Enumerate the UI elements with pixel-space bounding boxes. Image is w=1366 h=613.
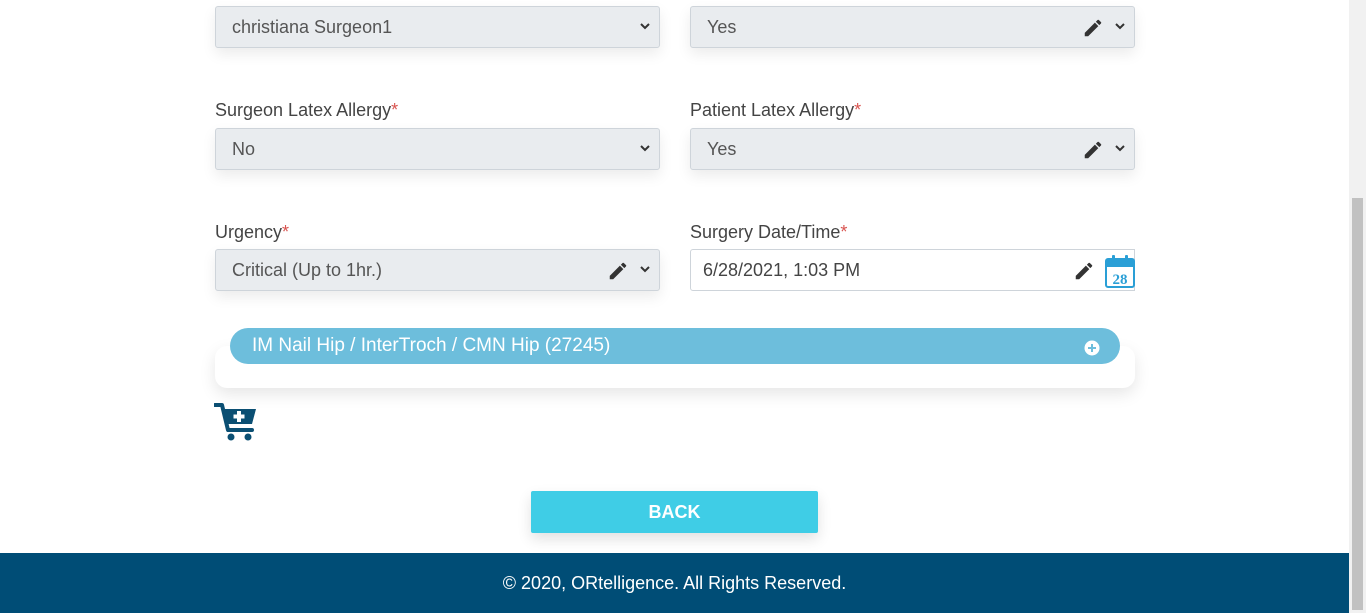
procedure-accordion-header[interactable]: IM Nail Hip / InterTroch / CMN Hip (2724… bbox=[230, 328, 1120, 364]
urgency-label: Urgency* bbox=[215, 222, 289, 243]
add-to-cart-button[interactable] bbox=[213, 402, 258, 442]
urgency-select[interactable]: Critical (Up to 1hr.) bbox=[215, 249, 660, 291]
pencil-icon[interactable] bbox=[607, 260, 629, 282]
surgeon-latex-value: No bbox=[232, 139, 256, 159]
surgery-datetime-label: Surgery Date/Time* bbox=[690, 222, 847, 243]
vertical-scrollbar[interactable] bbox=[1349, 0, 1366, 613]
chevron-down-icon bbox=[1115, 145, 1125, 152]
cart-plus-icon bbox=[213, 403, 256, 441]
surgeon-latex-select[interactable]: No bbox=[215, 128, 660, 170]
page: christiana Surgeon1 Yes Surgeon Latex Al… bbox=[0, 0, 1349, 613]
required-mark: * bbox=[854, 100, 862, 120]
surgery-datetime-input[interactable]: 6/28/2021, 1:03 PM bbox=[690, 249, 1106, 291]
surgery-datetime-label-text: Surgery Date/Time bbox=[690, 222, 841, 242]
surgeon-select[interactable]: christiana Surgeon1 bbox=[215, 6, 660, 48]
required-mark: * bbox=[840, 222, 848, 242]
required-mark: * bbox=[391, 100, 399, 120]
patient-latex-label: Patient Latex Allergy* bbox=[690, 100, 861, 121]
back-button[interactable]: BACK bbox=[531, 491, 818, 533]
patient-latex-value: Yes bbox=[707, 139, 737, 159]
chevron-down-icon bbox=[1115, 23, 1125, 30]
calendar-icon: 28 bbox=[1105, 255, 1135, 288]
surgeon-latex-label-text: Surgeon Latex Allergy bbox=[215, 100, 392, 120]
surgeon-select-value: christiana Surgeon1 bbox=[232, 17, 393, 37]
pencil-icon[interactable] bbox=[1073, 260, 1095, 282]
scrollbar-thumb[interactable] bbox=[1352, 198, 1363, 610]
yes-no-select-value: Yes bbox=[707, 17, 737, 37]
copyright-text: © 2020, ORtelligence. All Rights Reserve… bbox=[502, 573, 847, 593]
urgency-value: Critical (Up to 1hr.) bbox=[232, 260, 383, 280]
chevron-down-icon bbox=[640, 145, 650, 152]
pencil-icon[interactable] bbox=[1082, 17, 1104, 39]
chevron-down-icon bbox=[640, 266, 650, 273]
plus-circle-icon[interactable] bbox=[1084, 340, 1100, 356]
urgency-label-text: Urgency bbox=[215, 222, 283, 242]
procedure-title: IM Nail Hip / InterTroch / CMN Hip (2724… bbox=[252, 335, 611, 356]
surgery-datetime-value: 6/28/2021, 1:03 PM bbox=[703, 260, 861, 280]
surgeon-latex-label: Surgeon Latex Allergy* bbox=[215, 100, 398, 121]
footer: © 2020, ORtelligence. All Rights Reserve… bbox=[0, 553, 1349, 613]
patient-latex-label-text: Patient Latex Allergy bbox=[690, 100, 855, 120]
yes-no-select[interactable]: Yes bbox=[690, 6, 1135, 48]
calendar-button[interactable]: 28 bbox=[1105, 249, 1135, 291]
pencil-icon[interactable] bbox=[1082, 139, 1104, 161]
patient-latex-select[interactable]: Yes bbox=[690, 128, 1135, 170]
required-mark: * bbox=[282, 222, 290, 242]
calendar-day: 28 bbox=[1113, 272, 1128, 288]
chevron-down-icon bbox=[640, 23, 650, 30]
